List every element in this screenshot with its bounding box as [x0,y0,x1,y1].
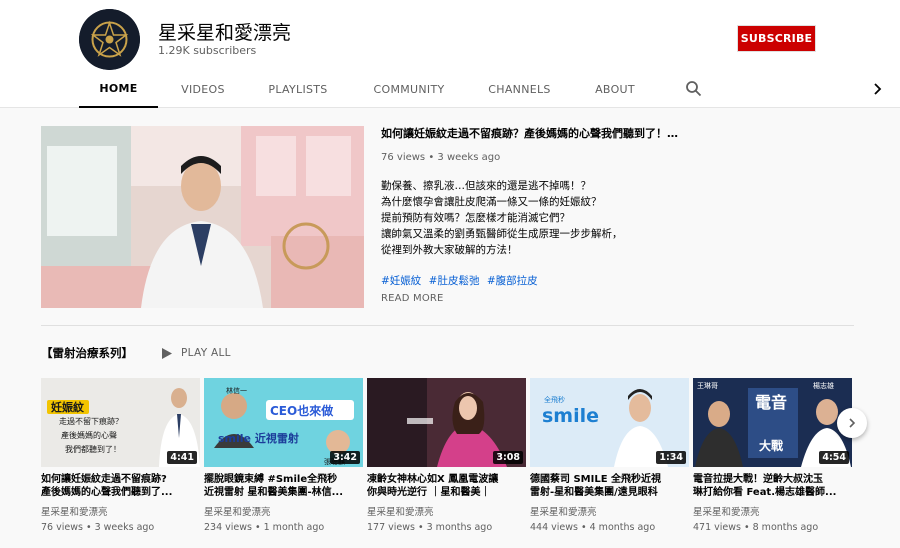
tab-playlists[interactable]: PLAYLISTS [262,70,334,108]
hashtag-link[interactable]: #肚皮鬆弛 [429,275,480,287]
featured-video-title[interactable]: 如何讓妊娠紋走過不留痕跡？產後媽媽的心聲我們聽到了！▌... [381,126,681,141]
video-title-line: 如何讓妊娠紋走過不留痕跡? [41,474,167,485]
thumb-text: 楊志雄 [813,381,834,390]
channel-header: 星采星和愛漂亮 1.29K subscribers SUBSCRIBE HOME… [0,0,900,108]
tab-about[interactable]: ABOUT [587,70,643,108]
video-meta: 177 views • 3 months ago [367,522,493,533]
video-meta: 234 views • 1 month ago [204,522,325,533]
hashtag-link[interactable]: #妊娠紋 [381,275,421,287]
video-title-line: 產後媽媽的心聲我們聽到了... [41,487,173,498]
chevron-right-icon [849,418,856,428]
description-line: 從裡到外教大家破解的方法！ [381,244,518,256]
video-thumbnail[interactable]: 3:08 [367,378,526,467]
video-title[interactable]: 如何讓妊娠紋走過不留痕跡? 產後媽媽的心聲我們聽到了... [41,473,200,499]
thumb-text: 電音 [755,393,787,412]
thumb-text: 全飛秒 [544,395,565,404]
video-card: 電音 大戰 王琳哥 楊志雄 4:54 電音拉提大戰！逆齡大叔沈玉 琳打給你看 F… [693,378,852,533]
hashtag-link[interactable]: #腹部拉皮 [487,275,538,287]
channel-name: 星采星和愛漂亮 [158,22,292,44]
video-title[interactable]: 德國蔡司 SMILE 全飛秒近視 雷射-星和醫美集團/遠見眼科 [530,473,689,499]
thumb-text: CEO也來做 [270,403,334,418]
playlist-title[interactable]: 【雷射治療系列】 [41,345,133,361]
video-thumbnail[interactable]: CEO也來做 smile 近視雷射 林信一 張聰麒 3:42 [204,378,363,467]
subscriber-count: 1.29K subscribers [158,44,257,57]
channel-avatar[interactable] [79,9,140,70]
thumb-text: 我們都聽到了！ [65,444,121,454]
featured-video-description: 勤保養、擦乳液…但該來的還是逃不掉嗎！？ 為什麼懷孕會讓肚皮爬滿一條又一條的妊娠… [381,178,681,258]
video-duration: 3:42 [330,451,360,464]
video-title-line: 你與時光逆行 ｜星和醫美｜ [367,487,491,498]
thumb-text: 產後媽媽的心聲 [61,430,117,440]
video-channel-name[interactable]: 星采星和愛漂亮 [41,504,200,518]
video-channel-name[interactable]: 星采星和愛漂亮 [530,504,689,518]
video-thumbnail[interactable]: 妊娠紋 走過不留下痕跡？ 產後媽媽的心聲 我們都聽到了！ 4:41 [41,378,200,467]
thumb-text: 林信一 [226,386,247,395]
video-title-line: 擺脫眼鏡束縛 #Smile全飛秒 [204,474,338,485]
video-title-line: 琳打給你看 Feat.楊志雄醫師... [693,487,837,498]
video-title-line: 電音拉提大戰！逆齡大叔沈玉 [693,474,823,485]
video-title[interactable]: 擺脫眼鏡束縛 #Smile全飛秒 近視雷射 星和醫美集團-林信... [204,473,363,499]
tab-videos[interactable]: VIDEOS [168,70,238,108]
video-duration: 1:34 [656,451,686,464]
video-channel-name[interactable]: 星采星和愛漂亮 [204,504,363,518]
play-all-button[interactable]: PLAY ALL [162,345,231,361]
video-card: smile 全飛秒 1:34 德國蔡司 SMILE 全飛秒近視 雷射-星和醫美集… [530,378,689,533]
subscribe-button[interactable]: SUBSCRIBE [737,25,816,52]
thumb-text: smile 近視雷射 [218,431,299,445]
video-thumbnail[interactable]: 電音 大戰 王琳哥 楊志雄 4:54 [693,378,852,467]
featured-video-thumbnail[interactable] [41,126,364,308]
read-more-link[interactable]: READ MORE [381,293,444,304]
description-line: 為什麼懷孕會讓肚皮爬滿一條又一條的妊娠紋？ [381,196,602,208]
video-title-line: 近視雷射 星和醫美集團-林信... [204,487,344,498]
description-line: 勤保養、擦乳液…但該來的還是逃不掉嗎！？ [381,180,591,192]
thumb-text: 大戰 [759,438,783,453]
video-duration: 4:54 [819,451,849,464]
video-channel-name[interactable]: 星采星和愛漂亮 [367,504,526,518]
video-title[interactable]: 電音拉提大戰！逆齡大叔沈玉 琳打給你看 Feat.楊志雄醫師... [693,473,852,499]
thumb-text: 王琳哥 [697,381,718,390]
video-card: CEO也來做 smile 近視雷射 林信一 張聰麒 3:42 擺脫眼鏡束縛 #S… [204,378,363,533]
description-line: 讓帥氣又溫柔的劉勇甄醫師從生成原理一步步解析， [381,228,623,240]
video-duration: 4:41 [167,451,197,464]
video-title[interactable]: 凍齡女神林心如X 鳳凰電波讓 你與時光逆行 ｜星和醫美｜ [367,473,526,499]
search-icon[interactable] [685,80,703,98]
video-thumbnail[interactable]: smile 全飛秒 1:34 [530,378,689,467]
featured-video-meta: 76 views • 3 weeks ago [381,152,501,163]
video-title-line: 凍齡女神林心如X 鳳凰電波讓 [367,474,499,485]
thumb-text: smile [542,405,599,427]
video-meta: 76 views • 3 weeks ago [41,522,155,533]
video-card: 妊娠紋 走過不留下痕跡？ 產後媽媽的心聲 我們都聽到了！ 4:41 如何讓妊娠紋… [41,378,200,533]
thumb-text: 走過不留下痕跡？ [59,416,123,426]
thumb-text: 妊娠紋 [51,400,85,414]
carousel-next-button[interactable] [837,408,867,438]
video-title-line: 雷射-星和醫美集團/遠見眼科 [530,487,658,498]
play-all-label: PLAY ALL [181,347,231,359]
tab-channels[interactable]: CHANNELS [482,70,557,108]
star-logo-icon [79,9,140,70]
video-title-line: 德國蔡司 SMILE 全飛秒近視 [530,474,662,485]
section-divider [41,325,854,326]
tab-home[interactable]: HOME [79,70,158,108]
video-card: 3:08 凍齡女神林心如X 鳳凰電波讓 你與時光逆行 ｜星和醫美｜ 星采星和愛漂… [367,378,526,533]
featured-hashtags: #妊娠紋 #肚皮鬆弛 #腹部拉皮 [381,273,542,288]
description-line: 提前預防有效嗎？怎麼樣才能消滅它們？ [381,212,570,224]
video-meta: 471 views • 8 months ago [693,522,819,533]
play-icon [162,347,172,359]
video-duration: 3:08 [493,451,523,464]
video-channel-name[interactable]: 星采星和愛漂亮 [693,504,852,518]
chevron-right-icon[interactable] [869,80,887,98]
video-meta: 444 views • 4 months ago [530,522,656,533]
tab-community[interactable]: COMMUNITY [367,70,451,108]
